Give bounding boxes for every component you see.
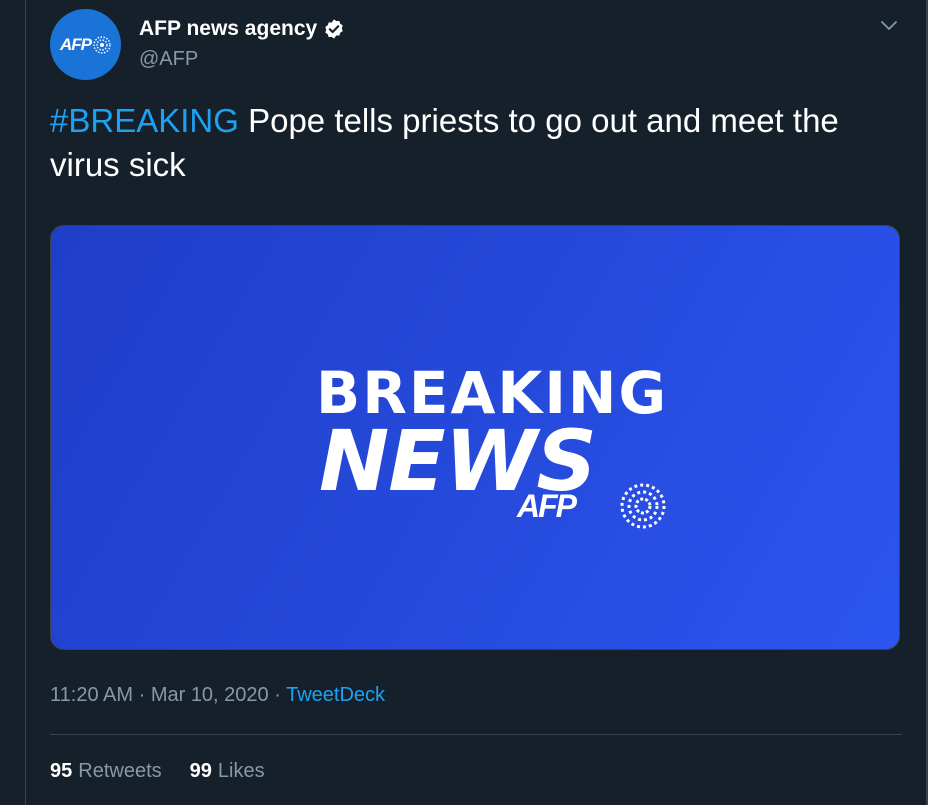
verified-badge-icon bbox=[325, 19, 343, 39]
afp-logo: AFP bbox=[60, 35, 111, 55]
breaking-news-graphic: BREAKING NEWS AFP bbox=[51, 226, 899, 649]
tweet-time[interactable]: 11:20 AM bbox=[50, 684, 133, 706]
tweet-stats: 95 Retweets 99 Likes bbox=[50, 760, 265, 783]
afp-brand-text: AFP bbox=[517, 488, 577, 524]
afp-globe-icon bbox=[620, 483, 666, 529]
chevron-down-icon[interactable] bbox=[877, 14, 901, 38]
likes-label: Likes bbox=[217, 760, 265, 782]
tweet-text: #BREAKING Pope tells priests to go out a… bbox=[50, 99, 910, 187]
tweet-date[interactable]: Mar 10, 2020 bbox=[151, 684, 269, 706]
avatar-logo-text: AFP bbox=[60, 34, 92, 54]
retweets-count: 95 bbox=[50, 760, 73, 782]
tweet-source-link[interactable]: TweetDeck bbox=[286, 684, 385, 706]
tweet-detail: AFP AFP news agency @AFP #BREAKING Pope … bbox=[0, 0, 928, 805]
author-handle[interactable]: @AFP bbox=[139, 48, 198, 71]
tweet-media-image[interactable]: BREAKING NEWS AFP bbox=[50, 225, 900, 650]
likes-stat[interactable]: 99 Likes bbox=[190, 760, 265, 783]
column-border-left bbox=[25, 0, 26, 805]
hashtag-link[interactable]: #BREAKING bbox=[50, 102, 239, 139]
tweet-meta: 11:20 AM · Mar 10, 2020 · TweetDeck bbox=[50, 684, 385, 707]
likes-count: 99 bbox=[189, 760, 212, 782]
avatar[interactable]: AFP bbox=[50, 9, 121, 80]
divider bbox=[50, 734, 902, 735]
meta-separator: · bbox=[268, 684, 287, 706]
author-name-row: AFP news agency bbox=[139, 17, 345, 41]
meta-separator: · bbox=[133, 684, 151, 706]
retweets-label: Retweets bbox=[78, 760, 162, 782]
display-name[interactable]: AFP news agency bbox=[139, 17, 317, 41]
retweets-stat[interactable]: 95 Retweets bbox=[50, 760, 162, 783]
globe-dots-icon bbox=[93, 35, 111, 54]
